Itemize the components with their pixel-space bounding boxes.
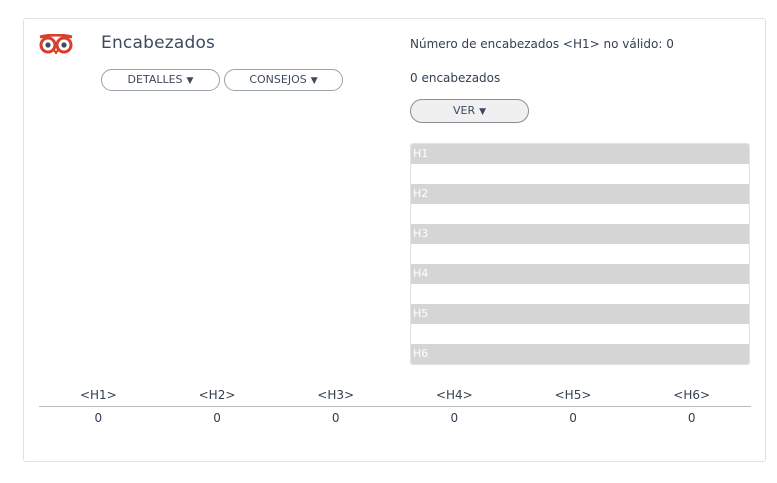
outline-row-h5: H5: [411, 304, 749, 324]
stats-header-h5: <H5>: [554, 388, 592, 402]
owl-logo-icon: [39, 34, 73, 54]
stats-value-h1: 0: [94, 411, 103, 425]
tips-button-label: CONSEJOS: [249, 73, 307, 86]
stats-value-h5: 0: [569, 411, 577, 425]
stats-header-h1: <H1>: [79, 388, 117, 402]
headings-count: 0 encabezados: [410, 71, 501, 85]
stats-header-h2: <H2>: [198, 388, 236, 402]
view-button[interactable]: VER ▼: [410, 99, 529, 123]
headings-outline: H1 H2 H3 H4 H5 H6: [410, 143, 750, 365]
stats-header-h3: <H3>: [317, 388, 355, 402]
invalid-h1-count: Número de encabezados <H1> no válido: 0: [410, 37, 674, 51]
chevron-down-icon: ▼: [186, 76, 194, 86]
stats-value-h6: 0: [687, 411, 696, 425]
outline-row-h6: H6: [411, 344, 749, 364]
stats-value-h2: 0: [213, 411, 221, 425]
details-button-label: DETALLES: [127, 73, 183, 86]
section-title: Encabezados: [101, 33, 216, 53]
outline-row-h4: H4: [411, 264, 749, 284]
headings-stats-table: <H1> <H2> <H3> <H4> <H5> <H6> 0 0 0 0 0 …: [39, 387, 751, 429]
stats-header-row: <H1> <H2> <H3> <H4> <H5> <H6>: [39, 387, 751, 407]
chevron-down-icon: ▼: [310, 76, 318, 86]
tips-button[interactable]: CONSEJOS ▼: [224, 69, 343, 91]
stats-value-row: 0 0 0 0 0 0: [39, 407, 751, 429]
outline-row-h3: H3: [411, 224, 749, 244]
stats-value-h3: 0: [331, 411, 340, 425]
stats-value-h4: 0: [450, 411, 459, 425]
details-button[interactable]: DETALLES ▼: [101, 69, 220, 91]
chevron-down-icon: ▼: [479, 107, 487, 117]
view-button-label: VER: [452, 104, 476, 117]
stats-header-h6: <H6>: [673, 388, 711, 402]
outline-row-h1: H1: [411, 144, 749, 164]
outline-row-h2: H2: [411, 184, 749, 204]
stats-header-h4: <H4>: [435, 388, 473, 402]
